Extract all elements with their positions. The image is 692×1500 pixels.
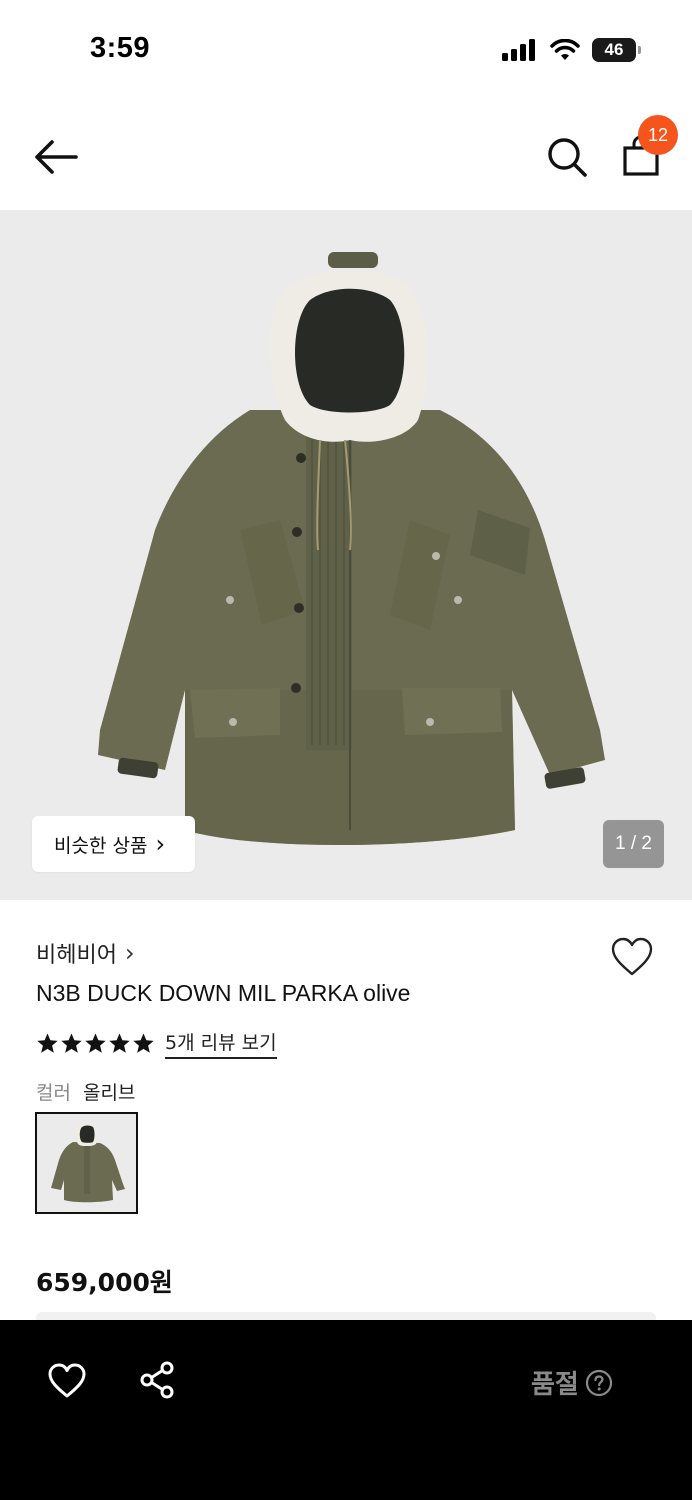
star-icon: [37, 1033, 58, 1053]
heart-icon: [48, 1363, 86, 1398]
star-icon: [61, 1033, 82, 1053]
brand-name: 비헤비어: [36, 943, 117, 968]
similar-products-label: 비슷한 상품: [54, 834, 148, 857]
color-value: 올리브: [82, 1082, 136, 1104]
color-label: 컬러: [36, 1082, 71, 1104]
heart-icon: [611, 937, 653, 976]
wifi-icon: [550, 39, 580, 60]
color-swatch-olive[interactable]: [35, 1112, 138, 1214]
battery-icon: 46: [592, 38, 641, 62]
brand-link[interactable]: 비헤비어 ›: [36, 937, 135, 969]
star-icon: [109, 1033, 130, 1053]
cart-count-badge: 12: [638, 115, 678, 155]
color-row: 컬러 올리브: [36, 1078, 135, 1105]
signal-icon: [502, 39, 535, 61]
product-image-gallery[interactable]: 비슷한 상품 › 1 / 2: [0, 210, 692, 900]
sold-out-label: 품절: [531, 1370, 579, 1400]
swatch-thumbnail: [37, 1114, 136, 1212]
status-time: 3:59: [90, 32, 151, 64]
wishlist-button[interactable]: [610, 936, 654, 978]
sold-out-status: 품절: [531, 1364, 613, 1401]
chevron-right-icon: ›: [155, 830, 166, 858]
search-button[interactable]: [544, 134, 590, 180]
product-price: 659,000원: [36, 1268, 173, 1297]
status-icons: 46: [502, 38, 641, 62]
view-reviews-link[interactable]: 5개 리뷰 보기: [165, 1028, 277, 1059]
top-header: [0, 100, 692, 210]
product-name: N3B DUCK DOWN MIL PARKA olive: [36, 980, 411, 1006]
share-icon: [140, 1361, 174, 1399]
similar-products-button[interactable]: 비슷한 상품 ›: [32, 816, 195, 872]
rating-stars: [36, 1032, 155, 1055]
bottom-wishlist-button[interactable]: [46, 1362, 88, 1400]
battery-level: 46: [604, 40, 624, 59]
bottom-action-bar: 품절: [0, 1312, 692, 1500]
rating-row: 5개 리뷰 보기: [36, 1028, 277, 1059]
product-photo: [98, 252, 605, 845]
question-circle-icon[interactable]: [585, 1369, 613, 1397]
search-icon: [548, 138, 587, 177]
arrow-left-icon: [35, 140, 78, 174]
share-button[interactable]: [138, 1360, 178, 1400]
star-icon: [133, 1033, 154, 1053]
back-button[interactable]: [30, 134, 82, 180]
status-bar: 3:59 46: [0, 0, 692, 100]
image-page-indicator: 1 / 2: [603, 820, 664, 868]
star-icon: [85, 1033, 106, 1053]
chevron-right-icon: ›: [124, 939, 135, 967]
